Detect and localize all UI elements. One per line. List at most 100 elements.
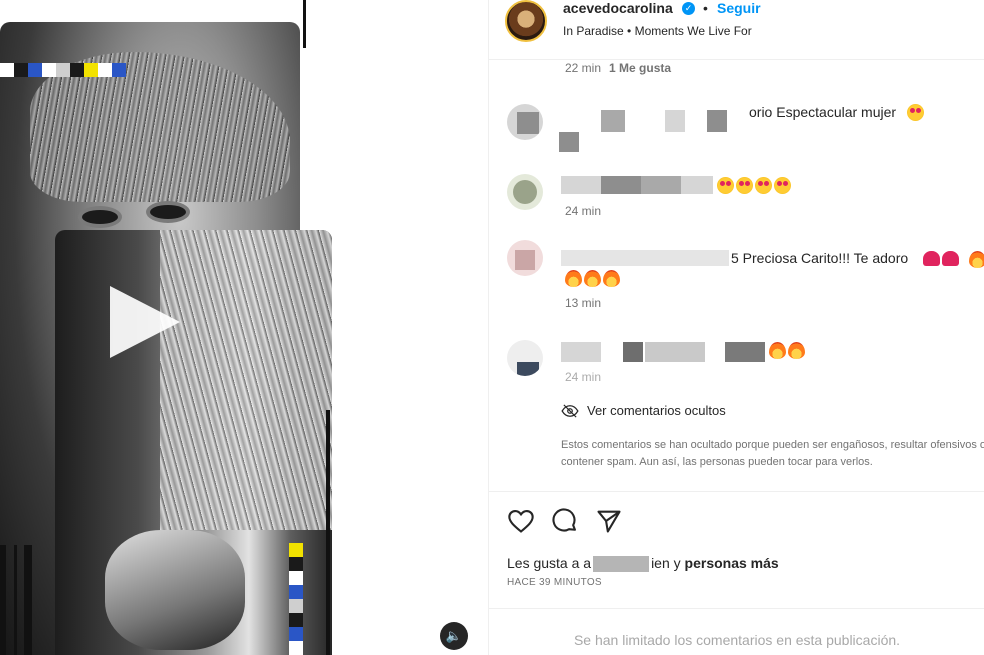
view-hidden-comments-link[interactable]: Ver comentarios ocultos (561, 403, 726, 418)
sound-toggle-button[interactable]: 🔈 (440, 622, 468, 650)
blurred-username (601, 176, 641, 194)
heart-eyes-emoji-icon (717, 177, 734, 194)
photo-eye (82, 210, 118, 224)
pixel-block (42, 63, 56, 77)
pixel-block (289, 585, 303, 599)
blurred-liker-name (593, 556, 650, 573)
fire-emoji-icon (969, 251, 984, 268)
decorative-stripe (326, 410, 330, 655)
post-actions (507, 507, 623, 535)
heart-eyes-emoji-icon (907, 104, 924, 121)
likes-suffix: ien y (651, 555, 681, 571)
comment-text: 5 Preciosa Carito!!! Te adoro (731, 250, 909, 266)
blurred-username (623, 342, 643, 362)
post-timestamp: HACE 39 MINUTOS (507, 577, 602, 588)
heart-eyes-emoji-icon (755, 177, 772, 194)
follow-button[interactable]: Seguir (717, 0, 761, 16)
post-sidebar: acevedocarolina ✓ • Seguir In Paradise •… (488, 0, 984, 655)
blurred-username (665, 110, 685, 132)
likes-others-link[interactable]: personas más (685, 555, 779, 571)
blurred-username (707, 110, 727, 132)
post-audio-subtitle[interactable]: In Paradise • Moments We Live For (563, 24, 752, 38)
comment-time: 24 min (565, 204, 602, 218)
comment-emoji (907, 104, 924, 121)
author-username[interactable]: acevedocarolina (563, 0, 673, 16)
blurred-username (561, 250, 729, 266)
photo-curls (160, 230, 332, 530)
view-hidden-comments-label: Ver comentarios ocultos (587, 403, 726, 418)
pixel-block (289, 599, 303, 613)
pixel-block (289, 543, 303, 557)
previous-comment-meta: 22 min 1 Me gusta (565, 61, 671, 75)
decorative-line (303, 0, 306, 48)
blurred-username (641, 176, 681, 194)
comments-limited-notice: Se han limitado los comentarios en esta … (573, 632, 901, 648)
blurred-avatar-detail (515, 250, 535, 270)
comment-emoji (717, 177, 791, 194)
blurred-username (725, 342, 765, 362)
comment-text: orio Espectacular mujer (749, 104, 897, 120)
comment-time: 22 min (565, 61, 602, 75)
blurred-username (559, 132, 579, 152)
eye-off-icon (561, 403, 579, 418)
likes-prefix: Les gusta a a (507, 555, 592, 571)
pixel-glitch-right (289, 543, 303, 655)
divider (489, 491, 984, 492)
comment-time: 24 min (565, 370, 602, 384)
blurred-avatar-detail (513, 180, 537, 204)
pixel-block (289, 627, 303, 641)
instagram-post-view: 🔈 acevedocarolina ✓ • Seguir In Paradise… (0, 0, 984, 655)
decorative-stripe (24, 545, 32, 655)
pixel-block (0, 63, 14, 77)
pixel-block (289, 641, 303, 655)
fire-emoji-icon (565, 270, 582, 287)
fire-emoji-icon (603, 270, 620, 287)
heart-emoji-icon (923, 251, 940, 266)
divider (489, 608, 984, 609)
pixel-glitch-top (0, 63, 126, 77)
pixel-block (14, 63, 28, 77)
blurred-username (601, 110, 625, 132)
like-heart-icon[interactable] (507, 507, 535, 535)
blurred-username (561, 176, 601, 194)
comment-bubble-icon[interactable] (551, 507, 579, 535)
commenter-avatar[interactable] (507, 240, 543, 276)
blurred-avatar-detail (517, 112, 539, 134)
pixel-block (28, 63, 42, 77)
heart-eyes-emoji-icon (736, 177, 753, 194)
commenter-avatar[interactable] (507, 340, 543, 376)
pixel-block (289, 571, 303, 585)
commenter-avatar[interactable] (507, 174, 543, 210)
pixel-block (289, 613, 303, 627)
fire-emoji-icon (788, 342, 805, 359)
pixel-block (56, 63, 70, 77)
heart-emoji-icon (942, 251, 959, 266)
pixel-block (70, 63, 84, 77)
post-media[interactable]: 🔈 (0, 0, 488, 655)
fire-emoji-icon (584, 270, 601, 287)
blurred-avatar-detail (517, 362, 539, 376)
comment-like-count[interactable]: 1 Me gusta (609, 61, 671, 75)
comment-time: 13 min (565, 296, 602, 310)
share-send-icon[interactable] (595, 507, 623, 535)
photo-eye (150, 205, 186, 219)
decorative-stripe (14, 545, 17, 655)
hidden-comments-note: Estos comentarios se han ocultado porque… (561, 439, 984, 468)
likes-summary[interactable]: Les gusta a a ien y personas más (507, 555, 779, 573)
comment-emoji (923, 251, 984, 268)
post-header: acevedocarolina ✓ • Seguir In Paradise •… (489, 0, 984, 60)
photo-hand (105, 530, 245, 650)
pixel-block (84, 63, 98, 77)
fire-emoji-icon (769, 342, 786, 359)
heart-eyes-emoji-icon (774, 177, 791, 194)
commenter-avatar[interactable] (507, 104, 543, 140)
blurred-username (561, 342, 601, 362)
blurred-username (645, 342, 705, 362)
pixel-block (98, 63, 112, 77)
verified-badge-icon: ✓ (682, 2, 695, 15)
play-icon[interactable] (110, 286, 180, 358)
comment-emoji (565, 270, 620, 287)
pixel-block (112, 63, 126, 77)
blurred-username (681, 176, 713, 194)
author-avatar[interactable] (505, 0, 547, 42)
